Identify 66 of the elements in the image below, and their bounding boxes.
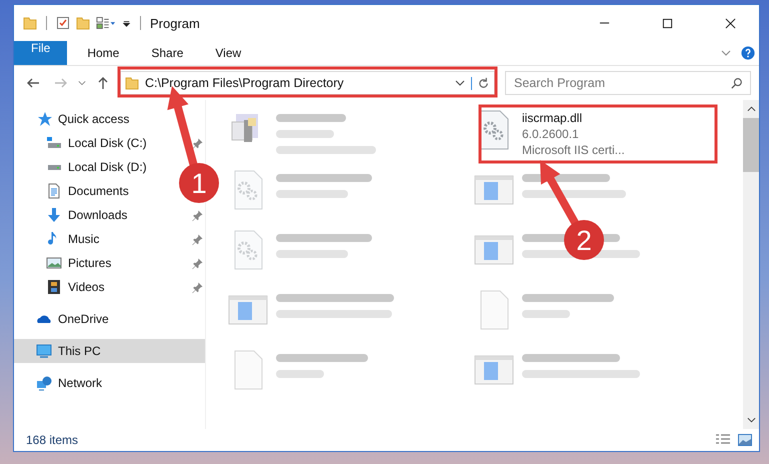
recent-locations-icon[interactable] (78, 80, 86, 86)
folder-icon[interactable] (76, 16, 90, 30)
sidebar-item[interactable]: Pictures (14, 251, 205, 275)
address-field[interactable]: C:\Program Files\Program Directory (120, 71, 495, 95)
scroll-up-icon[interactable] (746, 106, 756, 112)
drive-icon (48, 164, 61, 170)
picture-icon (46, 255, 62, 271)
properties-icon[interactable] (96, 16, 116, 30)
monitor-icon (36, 343, 52, 359)
sidebar-item[interactable]: Downloads (14, 203, 205, 227)
film-strip-icon (46, 279, 62, 295)
redacted-text-bar (276, 190, 348, 198)
forward-arrow-icon[interactable] (54, 76, 68, 90)
step-badge: 2 (564, 220, 604, 260)
sidebar-item[interactable]: Music (14, 227, 205, 251)
customize-dropdown-icon[interactable] (122, 18, 131, 28)
sidebar-item[interactable]: Documents (14, 179, 129, 203)
redacted-text-bar (276, 114, 346, 122)
sidebar-item[interactable]: This PC (14, 339, 205, 363)
sidebar-item[interactable]: OneDrive (14, 307, 109, 331)
document-icon (46, 183, 62, 199)
folder-icon (125, 76, 139, 90)
refresh-icon[interactable] (471, 76, 490, 90)
step-badge: 1 (179, 163, 219, 203)
back-arrow-icon[interactable] (26, 76, 40, 90)
file-menu-button[interactable]: File (14, 41, 68, 65)
sidebar-item[interactable]: Videos (14, 275, 205, 299)
drive-icon (46, 135, 62, 151)
scroll-down-icon[interactable] (746, 417, 756, 423)
window-title: Program (150, 16, 200, 30)
redacted-text-bar (276, 250, 348, 258)
search-icon (731, 77, 743, 89)
maximize-icon[interactable] (662, 18, 673, 28)
sidebar-item[interactable]: Network (14, 371, 102, 395)
pin-icon[interactable] (192, 138, 203, 148)
download-arrow-icon (46, 207, 62, 223)
file-detail: 6.0.2600.1 (522, 126, 580, 142)
checklist-icon[interactable] (56, 16, 70, 30)
close-icon[interactable] (725, 18, 736, 28)
up-arrow-icon[interactable] (96, 76, 110, 90)
expand-ribbon-icon[interactable] (721, 50, 731, 56)
ribbon-tab[interactable]: Share (135, 41, 200, 65)
help-icon[interactable] (741, 46, 755, 60)
scroll-thumb[interactable] (743, 118, 759, 172)
sidebar-item[interactable]: Quick access (14, 107, 130, 131)
pin-icon[interactable] (192, 234, 203, 244)
pin-icon[interactable] (192, 282, 203, 292)
redacted-text-bar (522, 310, 570, 318)
redacted-text-bar (276, 130, 334, 138)
network-icon (36, 375, 52, 391)
sidebar-item[interactable]: Local Disk (D:) (14, 155, 147, 179)
minimize-icon[interactable] (599, 22, 610, 24)
ribbon-tab[interactable]: View (199, 41, 258, 65)
scrollbar[interactable] (743, 100, 759, 429)
search-field[interactable]: Search Program (505, 71, 751, 95)
large-icons-view-icon[interactable] (737, 433, 753, 447)
file-detail: Microsoft IIS certi... (522, 142, 625, 158)
folder-icon[interactable] (23, 16, 37, 30)
star-icon (36, 111, 52, 127)
sidebar-item[interactable]: Local Disk (C:) (14, 131, 205, 155)
file-name[interactable]: iiscrmap.dll (522, 110, 625, 126)
item-count: 168 items (26, 433, 78, 447)
pin-icon[interactable] (192, 258, 203, 268)
ribbon-tab[interactable]: Home (71, 41, 136, 65)
pin-icon[interactable] (192, 210, 203, 220)
redacted-text-bar (276, 370, 324, 378)
